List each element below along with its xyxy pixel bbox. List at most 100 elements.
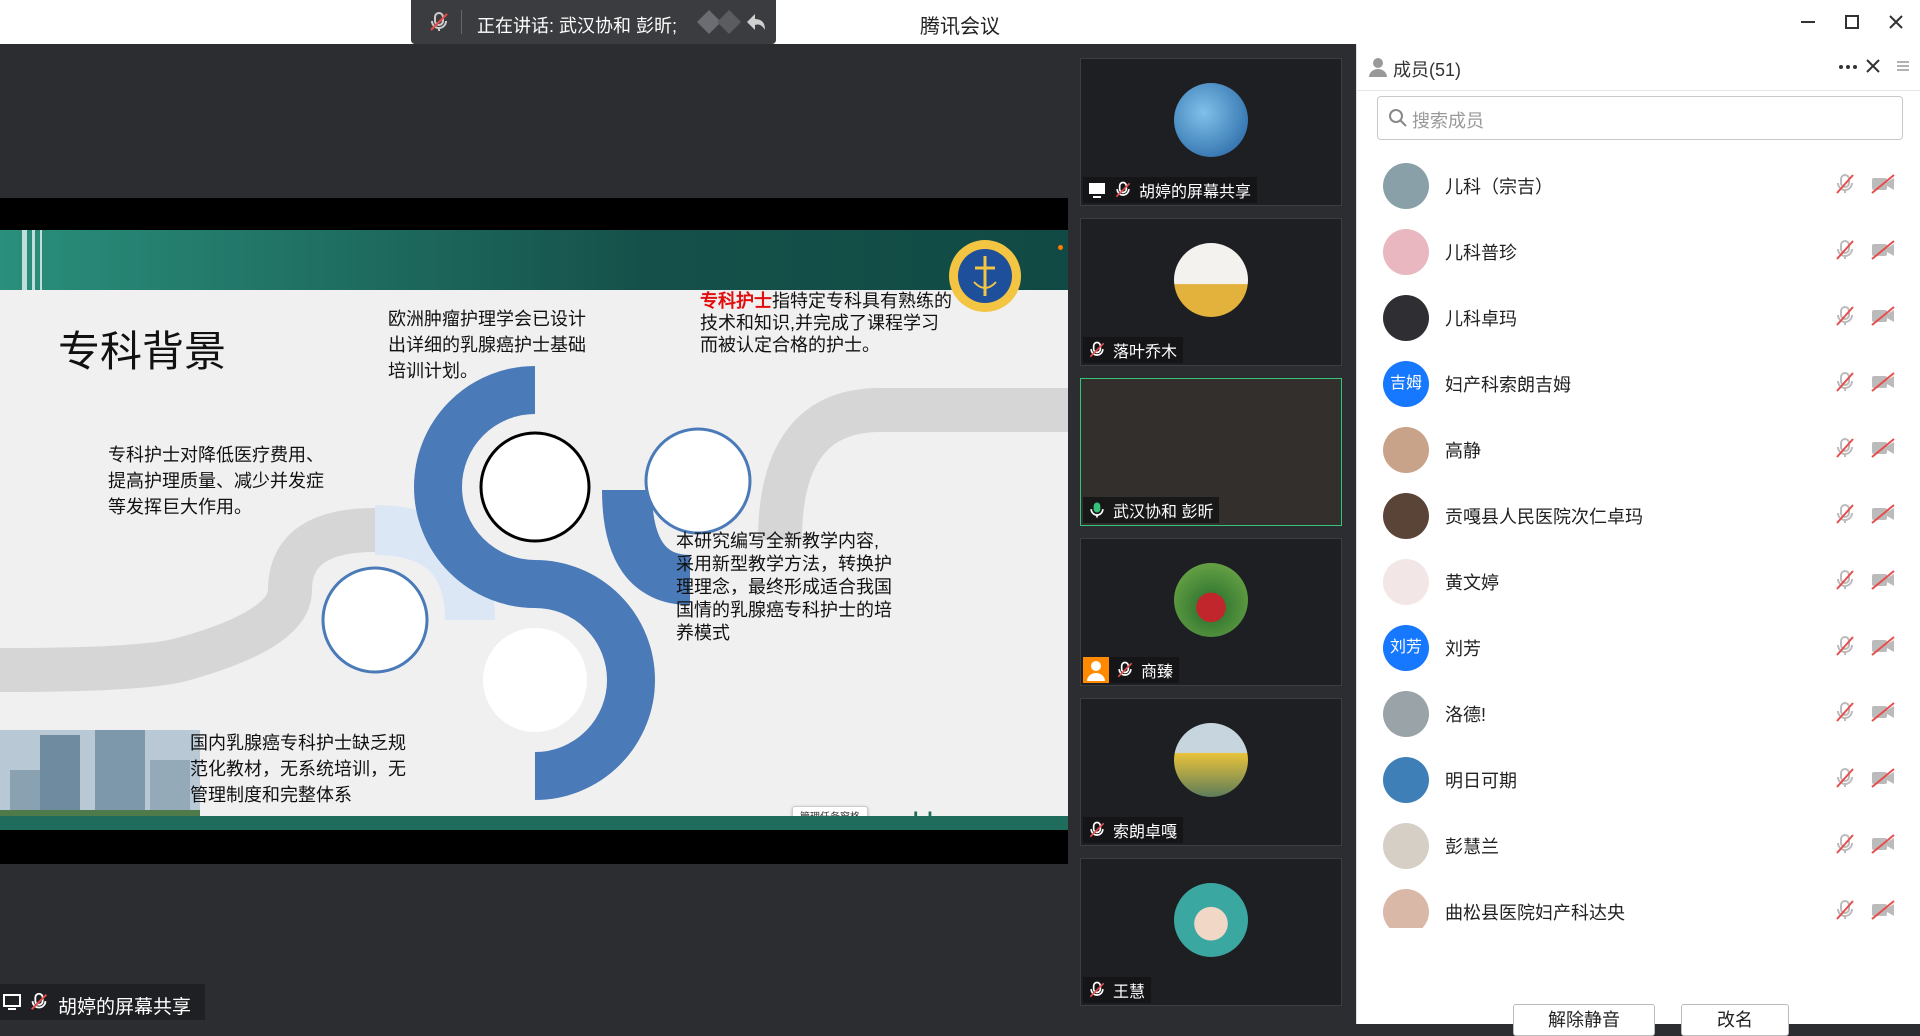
camera-off-icon[interactable] <box>1869 568 1897 592</box>
mic-muted-icon <box>1115 181 1131 198</box>
status-dot <box>1058 245 1063 250</box>
stage-share-label: 胡婷的屏幕共享 <box>0 984 205 1020</box>
mic-muted-icon[interactable] <box>1833 898 1857 922</box>
camera-off-icon[interactable] <box>1869 832 1897 856</box>
mic-muted-icon[interactable] <box>1833 172 1857 196</box>
divider <box>461 10 462 34</box>
mic-muted-icon[interactable] <box>1833 502 1857 526</box>
mic-muted-icon <box>1089 821 1105 838</box>
tile-name: 胡婷的屏幕共享 <box>1139 184 1252 201</box>
text-line: 专科护士对降低医疗费用、 <box>108 445 324 465</box>
camera-off-icon[interactable] <box>1869 172 1897 196</box>
cartoon-avatar <box>1174 883 1248 957</box>
member-name: 彭慧兰 <box>1445 837 1499 857</box>
member-row[interactable]: 吉姆 妇产科索朗吉姆 <box>1357 350 1920 416</box>
text-line: 欧洲肿瘤护理学会已设计 <box>388 309 586 329</box>
slide-text-benefits: 专科护士对降低医疗费用、 提高护理质量、减少并发症 等发挥巨大作用。 <box>108 442 324 520</box>
camera-off-icon[interactable] <box>1869 436 1897 460</box>
mic-muted-icon[interactable] <box>1833 634 1857 658</box>
slide-text-europe: 欧洲肿瘤护理学会已设计 出详细的乳腺癌护士基础 培训计划。 <box>388 306 586 384</box>
mic-muted-icon <box>1117 661 1133 678</box>
unmute-button[interactable]: 解除静音 <box>1513 1004 1655 1036</box>
video-tile[interactable]: 索朗卓嘎 <box>1080 698 1342 846</box>
mic-muted-icon <box>31 992 47 1010</box>
text-line: 出详细的乳腺癌护士基础 <box>388 335 586 355</box>
tile-name: 武汉协和 彭昕 <box>1113 504 1214 521</box>
text-line: 采用新型教学方法，转换护 <box>676 554 892 574</box>
video-tile[interactable]: 商臻 <box>1080 538 1342 686</box>
app-title: 腾讯会议 <box>920 16 1000 38</box>
mic-muted-icon <box>1089 981 1105 998</box>
group-photo-avatar <box>1174 723 1248 797</box>
video-tile[interactable]: 胡婷的屏幕共享 <box>1080 58 1342 206</box>
members-panel-header: 成员(51) <box>1357 44 1920 91</box>
slide-text-domestic: 国内乳腺癌专科护士缺乏规 范化教材，无系统培训，无 管理制度和完整体系 <box>190 730 406 808</box>
member-row[interactable]: 彭慧兰 <box>1357 812 1920 878</box>
text-line: 国情的乳腺癌专科护士的培 <box>676 600 892 620</box>
video-tile-column: 胡婷的屏幕共享 落叶乔木 武汉协和 彭昕 商臻 索朗卓嘎 王慧 <box>1068 44 1356 1024</box>
member-name: 刘芳 <box>1445 639 1481 659</box>
member-row[interactable]: 高静 <box>1357 416 1920 482</box>
mic-muted-icon[interactable] <box>1833 304 1857 328</box>
mic-muted-icon[interactable] <box>1833 700 1857 724</box>
rename-button[interactable]: 改名 <box>1681 1004 1789 1036</box>
text-line: 技术和知识,并完成了课程学习 <box>700 313 939 333</box>
minimize-icon[interactable] <box>1794 8 1822 36</box>
camera-off-icon[interactable] <box>1869 634 1897 658</box>
camera-off-icon[interactable] <box>1869 238 1897 262</box>
member-row[interactable]: 儿科普珍 <box>1357 218 1920 284</box>
mic-muted-icon[interactable] <box>1833 238 1857 262</box>
members-panel: 成员(51) 搜索成员 儿科（宗吉） 儿科普珍 儿科卓玛 吉姆 妇产科索朗吉姆 高静 贡嘎县… <box>1356 44 1920 1036</box>
member-avatar <box>1383 691 1429 737</box>
screen-share-icon <box>1089 183 1105 198</box>
tile-name: 索朗卓嘎 <box>1113 824 1178 841</box>
camera-off-icon[interactable] <box>1869 700 1897 724</box>
member-avatar <box>1383 757 1429 803</box>
mic-muted-icon[interactable] <box>1833 568 1857 592</box>
member-search-input[interactable]: 搜索成员 <box>1377 96 1903 140</box>
tile-label: 索朗卓嘎 <box>1083 817 1184 843</box>
video-tile[interactable]: 落叶乔木 <box>1080 218 1342 366</box>
mic-muted-icon[interactable] <box>1833 766 1857 790</box>
camera-off-icon[interactable] <box>1869 766 1897 790</box>
shared-screen: 专科背景 欧洲肿瘤护理学会已设计 出详细的乳腺癌护士基础 培训计划。 专科护士指… <box>0 198 1068 864</box>
mic-muted-icon[interactable] <box>1833 832 1857 856</box>
member-name: 明日可期 <box>1445 771 1517 791</box>
mic-muted-icon[interactable] <box>427 10 451 34</box>
search-placeholder: 搜索成员 <box>1412 111 1484 131</box>
camera-off-icon[interactable] <box>1869 898 1897 922</box>
close-panel-icon[interactable] <box>1863 56 1883 76</box>
member-avatar <box>1383 889 1429 928</box>
camera-off-icon[interactable] <box>1869 502 1897 526</box>
member-row[interactable]: 黄文婷 <box>1357 548 1920 614</box>
member-row[interactable]: 儿科卓玛 <box>1357 284 1920 350</box>
speaking-text: 正在讲话: 武汉协和 彭昕; <box>477 16 678 36</box>
member-row[interactable]: 洛德! <box>1357 680 1920 746</box>
mic-muted-icon[interactable] <box>1833 436 1857 460</box>
mic-muted-icon <box>1089 341 1105 358</box>
screen-share-icon <box>3 994 21 1010</box>
camera-off-icon[interactable] <box>1869 304 1897 328</box>
member-row[interactable]: 曲松县医院妇产科达央 <box>1357 878 1920 928</box>
member-row[interactable]: 明日可期 <box>1357 746 1920 812</box>
close-icon[interactable] <box>1882 8 1910 36</box>
menu-icon[interactable] <box>1893 56 1913 76</box>
video-tile-active-speaker[interactable]: 武汉协和 彭昕 <box>1080 378 1342 526</box>
member-row[interactable]: 刘芳 刘芳 <box>1357 614 1920 680</box>
annotation-tools-icon[interactable] <box>689 8 769 36</box>
slide-text-study: 本研究编写全新教学内容, 采用新型教学方法，转换护 理理念，最终形成适合我国 国… <box>676 530 892 645</box>
text-line: 培训计划。 <box>388 361 478 381</box>
tile-label: 胡婷的屏幕共享 <box>1083 177 1258 203</box>
speaking-indicator: 正在讲话: 武汉协和 彭昕; <box>411 0 776 44</box>
maximize-icon[interactable] <box>1838 8 1866 36</box>
hospital-building-image <box>0 730 200 820</box>
members-title: 成员(51) <box>1393 60 1462 80</box>
title-bar: 正在讲话: 武汉协和 彭昕; 腾讯会议 <box>0 0 1920 44</box>
member-row[interactable]: 贡嘎县人民医院次仁卓玛 <box>1357 482 1920 548</box>
member-row[interactable]: 儿科（宗吉） <box>1357 152 1920 218</box>
video-tile[interactable]: 王慧 <box>1080 858 1342 1006</box>
more-options-icon[interactable] <box>1837 58 1859 76</box>
mic-muted-icon[interactable] <box>1833 370 1857 394</box>
shared-screen-avatar <box>1174 83 1248 157</box>
camera-off-icon[interactable] <box>1869 370 1897 394</box>
